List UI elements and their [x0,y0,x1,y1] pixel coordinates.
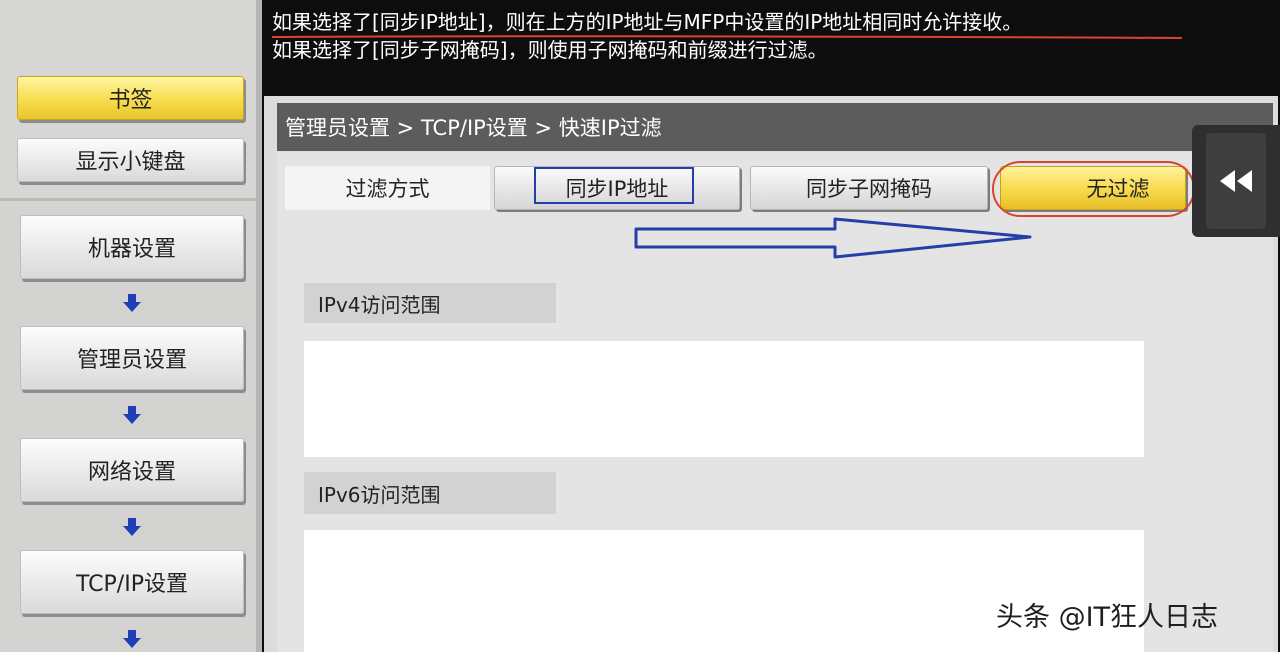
down-arrow-icon [123,294,141,312]
filter-method-label: 过滤方式 [285,166,490,210]
nav-machine-settings-button[interactable]: 机器设置 [20,215,244,279]
nav-tcpip-settings-button[interactable]: TCP/IP设置 [20,550,244,614]
collapse-panel-inner [1206,133,1266,229]
collapse-panel-button[interactable] [1192,125,1280,237]
sidebar-divider [0,198,262,201]
annotation-arrow-icon [634,217,1032,259]
sync-ip-button[interactable]: 同步IP地址 [494,166,740,210]
sync-subnet-button[interactable]: 同步子网掩码 [750,166,988,210]
down-arrow-icon [123,630,141,648]
nav-admin-settings-button[interactable]: 管理员设置 [20,326,244,390]
ipv4-range-label: IPv4访问范围 [304,283,556,323]
down-arrow-icon [123,518,141,536]
bookmark-button[interactable]: 书签 [17,76,244,120]
down-arrow-icon [123,406,141,424]
help-message-line2: 如果选择了[同步子网掩码]，则使用子网掩码和前缀进行过滤。 [272,38,828,62]
no-filter-button[interactable]: 无过滤 [1000,166,1186,210]
nav-network-settings-button[interactable]: 网络设置 [20,438,244,502]
breadcrumb: 管理员设置 > TCP/IP设置 > 快速IP过滤 [277,103,1273,151]
sidebar-edge [256,0,262,652]
show-keypad-button[interactable]: 显示小键盘 [17,138,244,182]
help-message-line1: 如果选择了[同步IP地址]，则在上方的IP地址与MFP中设置的IP地址相同时允许… [272,10,1023,34]
ipv6-range-label: IPv6访问范围 [304,472,556,514]
red-annotation-underline [272,35,1182,39]
watermark: 头条 @IT狂人日志 [996,602,1219,633]
double-chevron-left-icon [1220,170,1252,192]
ipv4-range-field[interactable] [304,341,1144,457]
